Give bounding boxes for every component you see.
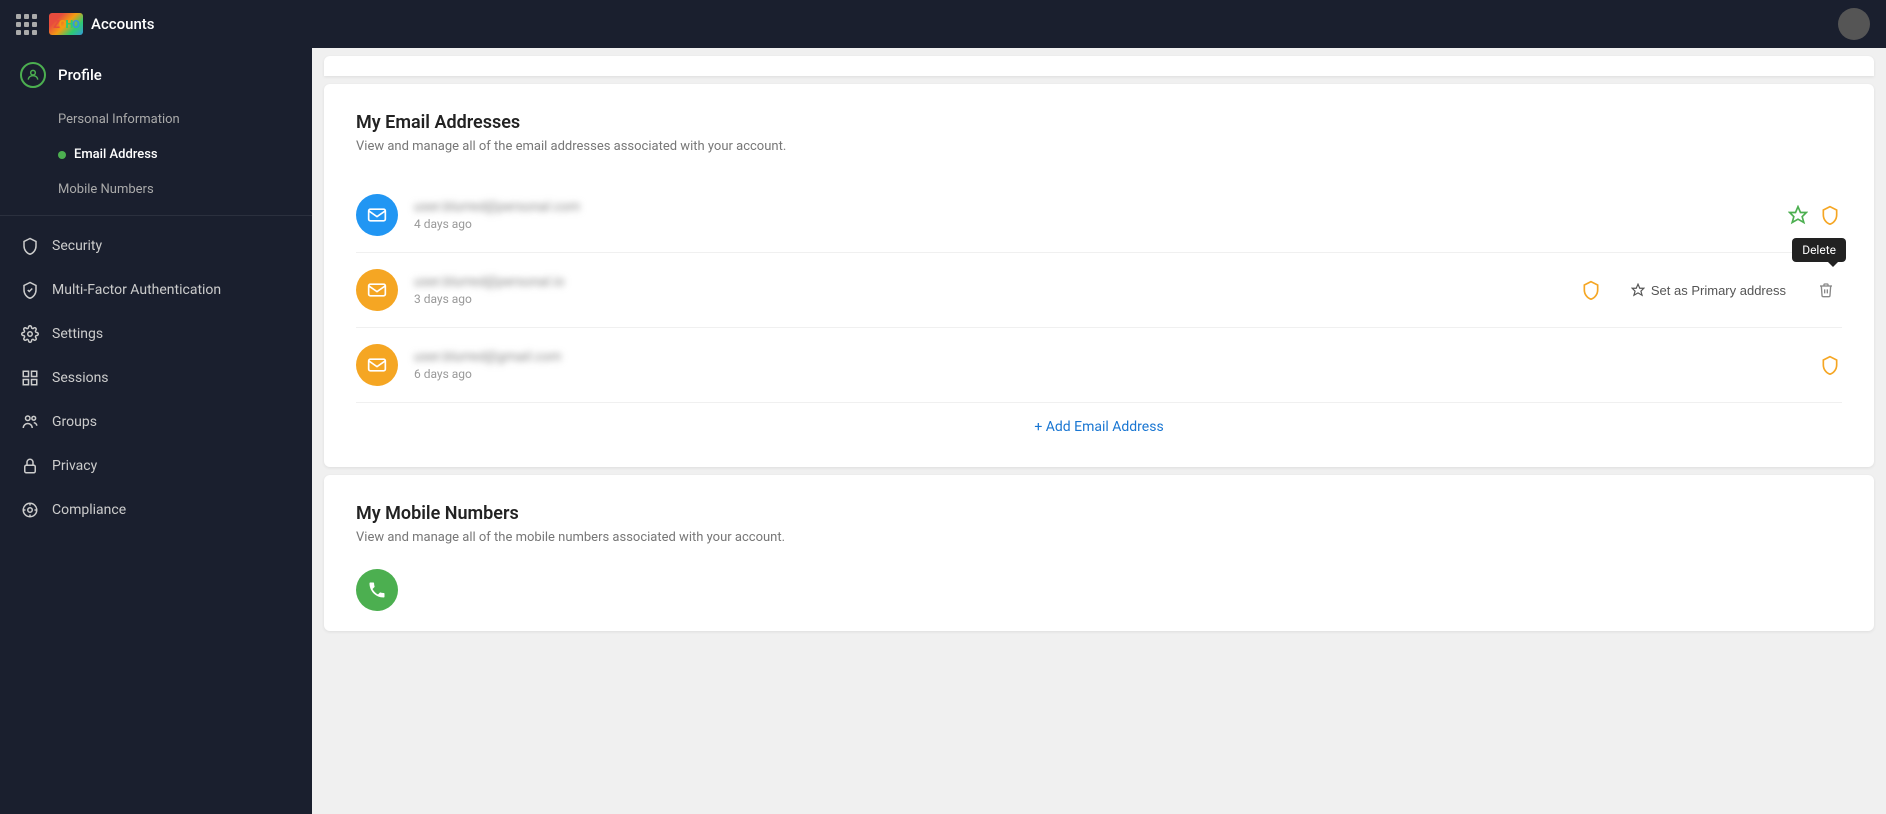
email-entry-1: user.blurred@personal.com 4 days ago	[356, 178, 1842, 253]
main-content: My Email Addresses View and manage all o…	[312, 48, 1886, 814]
privacy-label: Privacy	[52, 458, 97, 474]
lock-icon	[20, 456, 40, 476]
sidebar-item-email-address[interactable]: Email Address	[58, 137, 312, 172]
shield-badge-3	[1818, 353, 1842, 377]
add-email-link-wrap: + Add Email Address	[356, 403, 1842, 439]
sidebar-item-privacy[interactable]: Privacy	[0, 444, 312, 488]
email-addresses-card: My Email Addresses View and manage all o…	[324, 84, 1874, 467]
set-primary-label: Set as Primary address	[1651, 283, 1786, 298]
crown-badge	[1786, 203, 1810, 227]
shield-icon	[20, 236, 40, 256]
email-badges-2	[1579, 278, 1603, 302]
sidebar-item-mobile-numbers[interactable]: Mobile Numbers	[58, 172, 312, 207]
email-info-3: user.blurred@gmail.com 6 days ago	[414, 349, 1802, 381]
mobile-numbers-card: My Mobile Numbers View and manage all of…	[324, 475, 1874, 631]
mobile-numbers-label: Mobile Numbers	[58, 182, 154, 197]
gear-icon	[20, 324, 40, 344]
email-actions-2: Set as Primary address Delete	[1619, 274, 1842, 306]
email-section-title: My Email Addresses	[356, 112, 1842, 133]
email-address-3: user.blurred@gmail.com	[414, 349, 1802, 365]
delete-button-2[interactable]	[1810, 274, 1842, 306]
add-email-link[interactable]: + Add Email Address	[1034, 419, 1163, 435]
email-address-1: user.blurred@personal.com	[414, 199, 1770, 215]
app-title: Accounts	[91, 15, 155, 33]
email-avatar-2	[356, 269, 398, 311]
email-avatar-3	[356, 344, 398, 386]
groups-icon	[20, 412, 40, 432]
email-section-subtitle: View and manage all of the email address…	[356, 139, 1842, 154]
sidebar-item-profile[interactable]: Profile	[0, 48, 312, 102]
sidebar-item-personal-info[interactable]: Personal Information	[58, 102, 312, 137]
active-indicator	[58, 151, 66, 159]
sidebar-item-compliance[interactable]: Compliance	[0, 488, 312, 532]
sidebar: Profile Personal Information Email Addre…	[0, 48, 312, 814]
personal-info-label: Personal Information	[58, 112, 180, 127]
set-primary-button[interactable]: Set as Primary address	[1619, 277, 1798, 304]
email-badges-3	[1818, 353, 1842, 377]
grid-icon[interactable]	[16, 14, 37, 35]
email-entry-3: user.blurred@gmail.com 6 days ago	[356, 328, 1842, 403]
mfa-label: Multi-Factor Authentication	[52, 282, 221, 298]
divider	[0, 215, 312, 216]
topbar: ZOHO Accounts	[0, 0, 1886, 48]
settings-label: Settings	[52, 326, 103, 342]
zoho-logo: ZOHO	[49, 13, 83, 35]
top-partial-card	[324, 56, 1874, 76]
email-badges-1	[1786, 203, 1842, 227]
mobile-avatar-1	[356, 569, 398, 611]
delete-tooltip-wrap: Delete	[1810, 274, 1842, 306]
security-label: Security	[52, 238, 102, 254]
sidebar-item-settings[interactable]: Settings	[0, 312, 312, 356]
profile-icon	[20, 62, 46, 88]
sidebar-item-sessions[interactable]: Sessions	[0, 356, 312, 400]
shield-check-icon	[20, 280, 40, 300]
zoho-logo-box: ZOHO	[49, 13, 83, 35]
profile-subnav: Personal Information Email Address Mobil…	[0, 102, 312, 207]
email-address-label: Email Address	[74, 147, 158, 162]
sessions-icon	[20, 368, 40, 388]
compliance-icon	[20, 500, 40, 520]
email-info-2: user.blurred@personal.io 3 days ago	[414, 274, 1563, 306]
profile-label: Profile	[58, 66, 102, 84]
mobile-section-title: My Mobile Numbers	[356, 503, 1842, 524]
sidebar-item-mfa[interactable]: Multi-Factor Authentication	[0, 268, 312, 312]
email-time-3: 6 days ago	[414, 367, 1802, 381]
email-entry-2: user.blurred@personal.io 3 days ago	[356, 253, 1842, 328]
groups-label: Groups	[52, 414, 97, 430]
user-avatar[interactable]	[1838, 8, 1870, 40]
email-time-1: 4 days ago	[414, 217, 1770, 231]
email-time-2: 3 days ago	[414, 292, 1563, 306]
email-avatar-1	[356, 194, 398, 236]
email-address-2: user.blurred@personal.io	[414, 274, 1563, 290]
shield-badge-1	[1818, 203, 1842, 227]
mobile-section-subtitle: View and manage all of the mobile number…	[356, 530, 1842, 545]
sidebar-item-groups[interactable]: Groups	[0, 400, 312, 444]
sidebar-item-security[interactable]: Security	[0, 224, 312, 268]
email-info-1: user.blurred@personal.com 4 days ago	[414, 199, 1770, 231]
compliance-label: Compliance	[52, 502, 126, 518]
sessions-label: Sessions	[52, 370, 109, 386]
shield-badge-2	[1579, 278, 1603, 302]
